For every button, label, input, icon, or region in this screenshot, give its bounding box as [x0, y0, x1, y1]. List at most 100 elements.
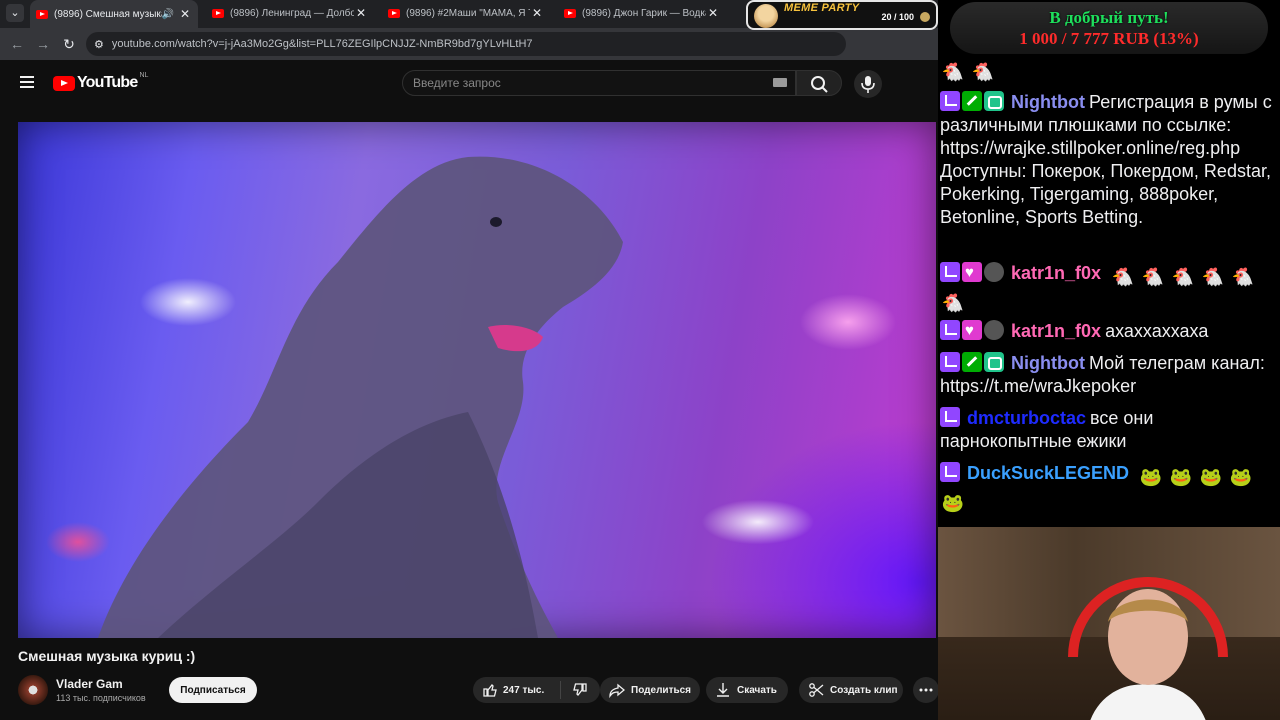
search-button[interactable]: [796, 70, 842, 96]
chat-message: katr1n_f0x: [940, 261, 1276, 314]
microphone-icon: [861, 76, 875, 93]
channel-name[interactable]: Vlader Gam: [56, 677, 123, 691]
tab-2[interactable]: (9896) Ленинград — Долбояш ✕: [206, 0, 374, 26]
youtube-logo[interactable]: YouTube NL: [53, 72, 149, 92]
donation-goal: В добрый путь! 1 000 / 7 777 RUB (13%): [950, 2, 1268, 54]
youtube-favicon-icon: [36, 9, 48, 19]
url-field[interactable]: ⚙ youtube.com/watch?v=j-jAa3Mo2Gg&list=P…: [86, 32, 846, 56]
video-frame-chicken: [98, 156, 623, 638]
youtube-favicon-icon: [564, 8, 576, 18]
youtube-favicon-icon: [212, 8, 224, 18]
twitch-badge-icon: [940, 407, 960, 427]
pepe-emote-icon: [1198, 466, 1224, 488]
heart-badge-icon: [962, 261, 982, 284]
meme-party-count: 20 / 100: [881, 12, 914, 22]
gear-badge-icon: [984, 262, 1004, 282]
subscriber-count: 113 тыс. подписчиков: [56, 693, 146, 703]
twitch-badge-icon: [940, 462, 960, 482]
back-icon[interactable]: ←: [4, 36, 30, 52]
chat-username[interactable]: katr1n_f0x: [1011, 263, 1101, 283]
twitch-badge-icon: [940, 91, 960, 111]
meme-party-label: MEME PARTY: [784, 2, 860, 14]
search-box: [402, 70, 796, 96]
chat-message: Nightbot Регистрация в румы с различными …: [940, 91, 1276, 229]
heart-badge-icon: [962, 319, 982, 342]
chicken-emote-icon: [1110, 266, 1136, 288]
meme-party-widget: MEME PARTY 20 / 100: [746, 0, 938, 30]
tab-close-icon[interactable]: ✕: [530, 6, 544, 20]
bot-badge-icon: [984, 91, 1004, 111]
tab-title: (9896) Смешная музыка ку: [54, 8, 162, 20]
menu-icon[interactable]: [20, 76, 34, 91]
thumbs-up-icon: [483, 684, 497, 697]
gear-badge-icon: [984, 320, 1004, 340]
search-icon: [811, 76, 828, 93]
browser-window: ⌄ (9896) Смешная музыка ку 🔊 ✕ (9896) Ле…: [0, 0, 938, 720]
coin-icon: [920, 12, 930, 22]
download-label: Скачать: [737, 684, 777, 696]
share-label: Поделиться: [631, 684, 692, 696]
chat-username[interactable]: katr1n_f0x: [1011, 321, 1101, 341]
search-input[interactable]: [403, 75, 755, 91]
dislike-button[interactable]: [561, 682, 599, 698]
like-button[interactable]: 247 тыс.: [473, 681, 561, 699]
chat-message: Nightbot Мой телеграм канал: https://t.me…: [940, 352, 1276, 398]
twitch-badge-icon: [940, 352, 960, 372]
voice-search-button[interactable]: [854, 70, 882, 98]
moderator-sword-icon: [962, 91, 982, 111]
clip-button[interactable]: Создать клип: [799, 677, 903, 703]
chat-username[interactable]: Nightbot: [1011, 353, 1085, 373]
reload-icon[interactable]: ↻: [56, 36, 82, 53]
chat-message: katr1n_f0xахаххаххаха: [940, 319, 1276, 343]
url-text: youtube.com/watch?v=j-jAa3Mo2Gg&list=PLL…: [111, 38, 533, 50]
tab-close-icon[interactable]: ✕: [706, 6, 720, 20]
tab-3[interactable]: (9896) #2Маши "МАМА, Я ТАН ✕: [382, 0, 550, 26]
scissors-icon: [809, 683, 824, 697]
pepe-emote-icon: [1168, 466, 1194, 488]
like-dislike-group: 247 тыс.: [473, 677, 600, 703]
tab-title: (9896) Ленинград — Долбояш: [230, 7, 354, 19]
twitch-badge-icon: [940, 262, 960, 282]
tab-title: (9896) #2Маши "МАМА, Я ТАН: [406, 7, 530, 19]
more-icon: [919, 688, 933, 692]
video-title: Смешная музыка куриц :): [18, 648, 196, 664]
pepe-emote-icon: [1228, 466, 1254, 488]
subscribe-button[interactable]: Подписаться: [169, 677, 257, 703]
bot-badge-icon: [984, 352, 1004, 372]
chat-feed: NightbotРегистрация в румы с различными …: [938, 55, 1280, 527]
chat-username[interactable]: dmcturboctac: [967, 408, 1086, 428]
share-button[interactable]: Поделиться: [600, 677, 700, 703]
chicken-emote-icon: [1140, 266, 1166, 288]
chat-message: DuckSuckLEGEND: [940, 462, 1276, 514]
download-button[interactable]: Скачать: [706, 677, 788, 703]
chicken-emote-icon: [970, 61, 996, 83]
clip-label: Создать клип: [830, 684, 898, 696]
goal-title: В добрый путь!: [1049, 8, 1169, 27]
chat-message: dmcturboctac все они парнокопытные ежики: [940, 407, 1276, 453]
keyboard-icon[interactable]: [773, 78, 787, 87]
site-settings-icon[interactable]: ⚙: [94, 38, 104, 51]
chicken-emote-icon: [940, 61, 966, 83]
share-icon: [609, 683, 625, 698]
download-icon: [717, 683, 729, 697]
region-code: NL: [139, 72, 149, 79]
moderator-sword-icon: [962, 352, 982, 372]
forward-icon[interactable]: →: [30, 36, 56, 52]
youtube-favicon-icon: [388, 8, 400, 18]
chat-text: Регистрация в румы с различными плюшками…: [940, 92, 1272, 227]
more-actions-button[interactable]: [913, 677, 938, 703]
tab-close-icon[interactable]: ✕: [178, 7, 192, 21]
tab-4[interactable]: (9896) Джон Гарик — Водка З ✕: [558, 0, 726, 26]
channel-avatar[interactable]: [18, 675, 48, 705]
tab-1[interactable]: (9896) Смешная музыка ку 🔊 ✕: [30, 0, 198, 28]
address-bar: ← → ↻ ⚙ youtube.com/watch?v=j-jAa3Mo2Gg&…: [0, 28, 938, 60]
video-player[interactable]: [18, 122, 936, 638]
chat-message: [940, 57, 1276, 83]
audio-playing-icon[interactable]: 🔊: [162, 9, 174, 20]
chat-username[interactable]: Nightbot: [1011, 92, 1085, 112]
chat-username[interactable]: DuckSuckLEGEND: [967, 463, 1129, 483]
streamer-webcam: [938, 527, 1280, 720]
doge-icon: [754, 4, 778, 28]
tab-search-icon[interactable]: ⌄: [6, 4, 24, 22]
tab-close-icon[interactable]: ✕: [354, 6, 368, 20]
